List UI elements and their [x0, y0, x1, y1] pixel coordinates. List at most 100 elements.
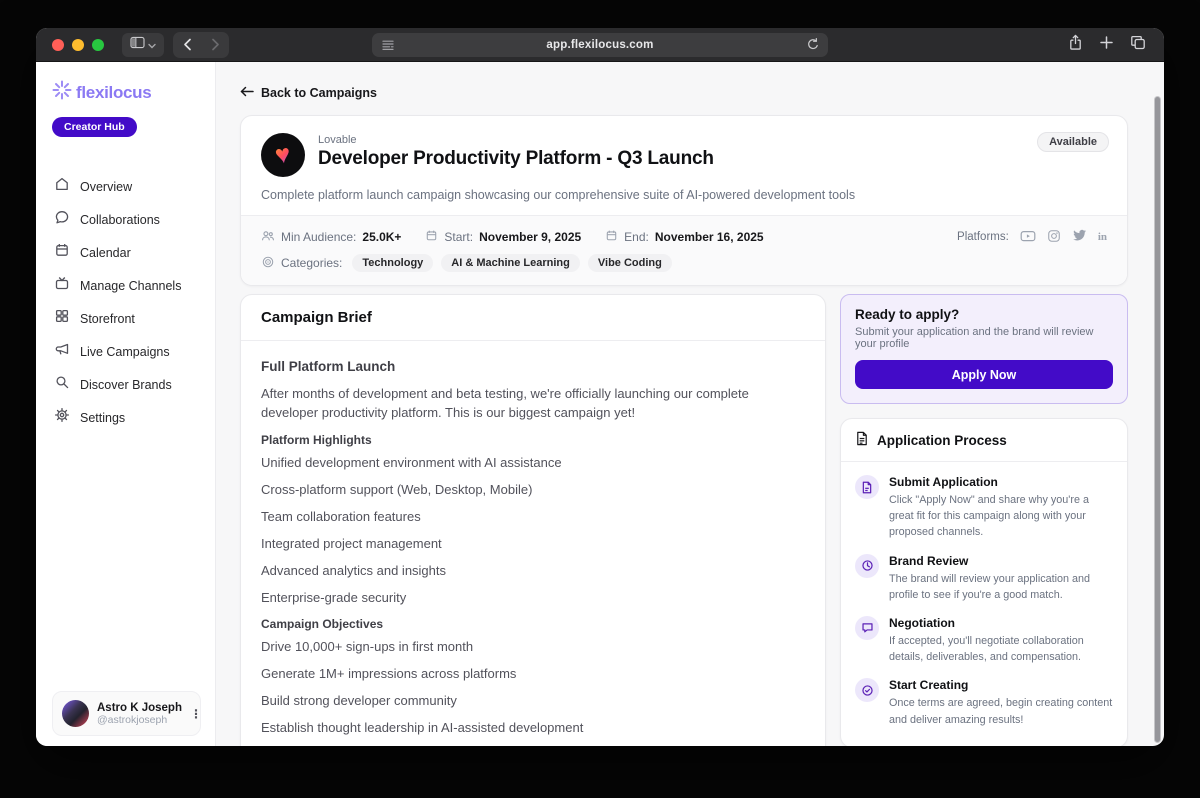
calendar-icon — [605, 229, 618, 245]
avatar — [62, 700, 89, 727]
process-step: Submit Application Click "Apply Now" and… — [855, 475, 1113, 541]
brief-block: Generate 1M+ impressions across platform… — [261, 666, 805, 681]
brief-block: Cross-platform support (Web, Desktop, Mo… — [261, 482, 805, 497]
main-content: Back to Campaigns Available ♥ Lovable De… — [216, 62, 1164, 746]
brand-name: Lovable — [318, 134, 714, 146]
brief-block: Platform Highlights — [261, 433, 805, 447]
ready-to-apply-card: Ready to apply? Submit your application … — [840, 294, 1128, 404]
forward-button[interactable] — [201, 32, 229, 58]
arrow-left-icon — [240, 86, 254, 100]
back-button[interactable] — [173, 32, 201, 58]
browser-titlebar: app.flexilocus.com — [36, 28, 1164, 62]
clock-icon — [855, 554, 879, 578]
vertical-scrollbar[interactable] — [1154, 96, 1161, 743]
apply-now-button[interactable]: Apply Now — [855, 360, 1113, 389]
sidebar-item-manage-channels[interactable]: Manage Channels — [52, 272, 201, 299]
brief-block: After months of development and beta tes… — [261, 384, 805, 422]
platforms: Platforms: in — [957, 229, 1107, 246]
app-sidebar: flexilocus Creator Hub Overview Collabor… — [36, 62, 216, 746]
lovable-brand-logo: ♥ — [261, 133, 305, 177]
step-title: Start Creating — [889, 678, 1113, 692]
sidebar-item-collaborations[interactable]: Collaborations — [52, 206, 201, 233]
back-to-campaigns-link[interactable]: Back to Campaigns — [240, 86, 377, 100]
sidebar-toggle-button[interactable] — [122, 33, 164, 57]
address-bar[interactable]: app.flexilocus.com — [372, 33, 828, 57]
people-icon — [261, 229, 275, 246]
gear-icon — [54, 407, 70, 428]
start-date: Start: November 9, 2025 — [425, 229, 581, 245]
start-label: Start: — [444, 230, 473, 244]
category-pill: AI & Machine Learning — [441, 254, 580, 272]
sidebar-item-live-campaigns[interactable]: Live Campaigns — [52, 338, 201, 365]
end-label: End: — [624, 230, 649, 244]
category-pill: Technology — [352, 254, 433, 272]
zoom-window-button[interactable] — [92, 39, 104, 51]
instagram-icon — [1047, 229, 1061, 246]
step-title: Submit Application — [889, 475, 1113, 489]
profile-menu-icon[interactable]: ⋮ — [190, 708, 202, 720]
sidebar-item-label: Storefront — [80, 312, 135, 326]
tv-icon — [54, 275, 70, 296]
close-window-button[interactable] — [52, 39, 64, 51]
chevron-down-icon — [148, 36, 156, 54]
status-badge: Available — [1037, 132, 1109, 152]
process-title: Application Process — [877, 433, 1007, 448]
sidebar-item-label: Collaborations — [80, 213, 160, 227]
tab-overview-icon[interactable] — [1130, 35, 1146, 55]
document-icon — [855, 431, 869, 449]
app-logo[interactable]: flexilocus — [52, 80, 201, 105]
brief-title: Campaign Brief — [241, 295, 825, 341]
search-icon — [54, 374, 70, 395]
chat-bubble-icon — [54, 209, 70, 230]
brief-block: Campaign Objectives — [261, 617, 805, 631]
step-title: Negotiation — [889, 616, 1113, 630]
brief-body: Full Platform Launch After months of dev… — [241, 341, 825, 746]
step-desc: If accepted, you'll negotiate collaborat… — [889, 633, 1113, 665]
history-nav-group — [173, 32, 229, 58]
campaign-header-card: Available ♥ Lovable Developer Productivi… — [240, 115, 1128, 286]
min-audience-value: 25.0K+ — [362, 230, 401, 244]
home-icon — [54, 176, 70, 197]
step-desc: Click "Apply Now" and share why you're a… — [889, 492, 1113, 541]
brief-block: Team collaboration features — [261, 509, 805, 524]
brief-block: Integrated project management — [261, 536, 805, 551]
profile-name: Astro K Joseph — [97, 702, 182, 714]
chat-icon — [855, 616, 879, 640]
new-tab-icon[interactable] — [1100, 36, 1113, 54]
megaphone-icon — [54, 341, 70, 362]
brief-block: Establish thought leadership in AI-assis… — [261, 720, 805, 735]
sidebar-item-discover-brands[interactable]: Discover Brands — [52, 371, 201, 398]
brief-block: Unified development environment with AI … — [261, 455, 805, 470]
creator-hub-badge: Creator Hub — [52, 117, 137, 137]
reload-icon[interactable] — [806, 37, 820, 57]
application-process-card: Application Process Submit Application C… — [840, 418, 1128, 746]
youtube-icon — [1020, 229, 1036, 246]
campaign-description: Complete platform launch campaign showca… — [261, 188, 1107, 202]
min-audience-label: Min Audience: — [281, 230, 356, 244]
category-pill: Vibe Coding — [588, 254, 672, 272]
twitter-icon — [1072, 229, 1087, 245]
target-icon — [261, 255, 275, 272]
sidebar-item-storefront[interactable]: Storefront — [52, 305, 201, 332]
sidebar-item-overview[interactable]: Overview — [52, 173, 201, 200]
user-profile-card[interactable]: Astro K Joseph @astrokjoseph ⋮ — [52, 691, 201, 736]
sidebar-item-label: Settings — [80, 411, 125, 425]
minimize-window-button[interactable] — [72, 39, 84, 51]
campaign-meta: Min Audience: 25.0K+ Start: November 9, … — [241, 215, 1127, 285]
calendar-icon — [425, 229, 438, 245]
reader-mode-icon[interactable] — [381, 38, 395, 57]
url-text: app.flexilocus.com — [546, 39, 653, 51]
sidebar-item-label: Live Campaigns — [80, 345, 170, 359]
share-icon[interactable] — [1068, 34, 1083, 56]
process-step: Start Creating Once terms are agreed, be… — [855, 678, 1113, 727]
app-logo-text: flexilocus — [76, 83, 151, 103]
sidebar-item-calendar[interactable]: Calendar — [52, 239, 201, 266]
brief-block: Full Platform Launch — [261, 359, 805, 374]
titlebar-actions — [1068, 28, 1146, 62]
document-icon — [855, 475, 879, 499]
process-step: Brand Review The brand will review your … — [855, 554, 1113, 603]
categories-label: Categories: — [281, 256, 342, 270]
brief-block: Drive 10,000+ sign-ups in first month — [261, 639, 805, 654]
brief-block: Advanced analytics and insights — [261, 563, 805, 578]
sidebar-item-settings[interactable]: Settings — [52, 404, 201, 431]
